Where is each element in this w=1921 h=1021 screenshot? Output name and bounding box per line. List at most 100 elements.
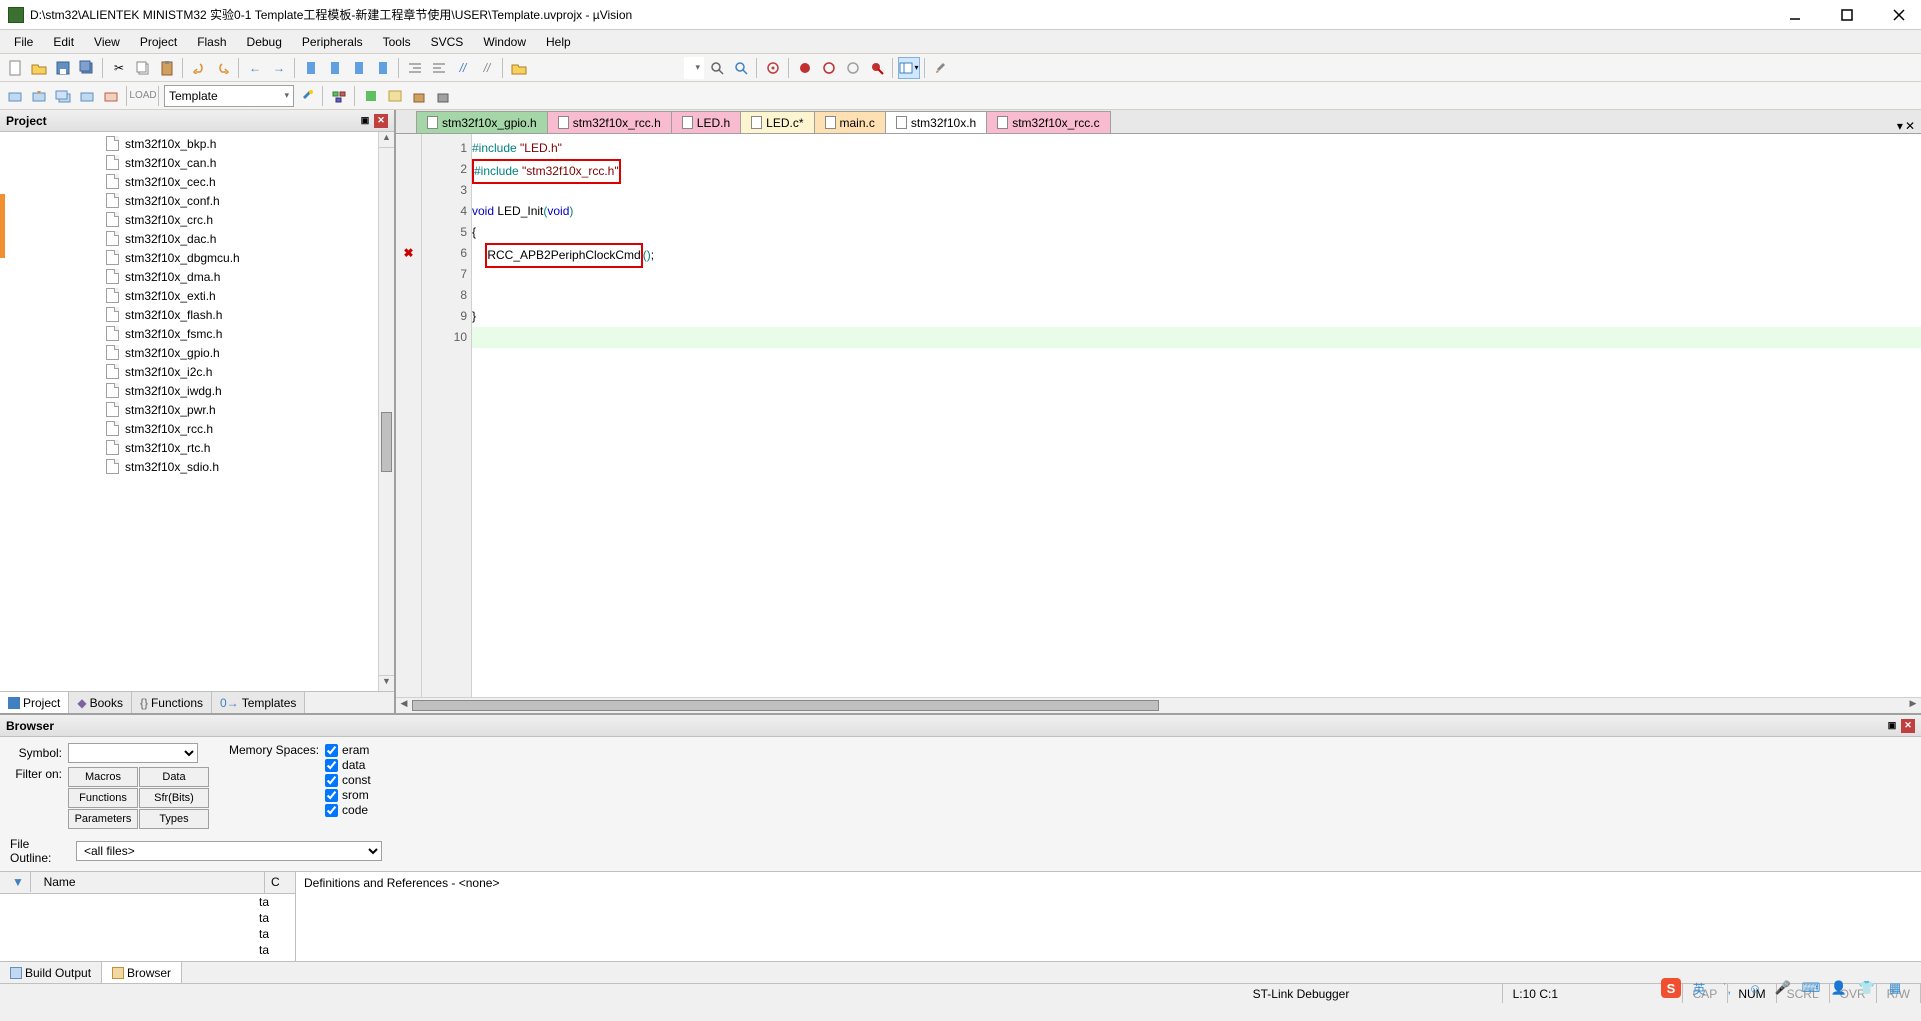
breakpoint-insert-icon[interactable] (794, 57, 816, 79)
ime-lang-icon[interactable]: 英 (1689, 978, 1709, 998)
select-packs-icon[interactable] (384, 85, 406, 107)
target-options-icon[interactable] (296, 85, 318, 107)
mem-checkbox[interactable] (325, 774, 338, 787)
browser-name-row[interactable]: ta (0, 894, 295, 910)
mem-srom[interactable]: srom (325, 788, 371, 802)
tab-functions[interactable]: {}Functions (132, 692, 212, 713)
file-outline-select[interactable]: <all files> (76, 841, 382, 861)
manage-rte-icon[interactable] (360, 85, 382, 107)
c-column-header[interactable]: C (265, 872, 295, 893)
code-body[interactable]: #include "LED.h" #include "stm32f10x_rcc… (472, 134, 1921, 697)
incremental-find-icon[interactable] (730, 57, 752, 79)
tree-file-item[interactable]: stm32f10x_crc.h (0, 210, 378, 229)
debug-icon[interactable] (762, 57, 784, 79)
pin-browser-icon[interactable]: ▣ (1885, 719, 1899, 733)
tree-file-item[interactable]: stm32f10x_can.h (0, 153, 378, 172)
pack-installer-icon[interactable] (408, 85, 430, 107)
menu-project[interactable]: Project (130, 33, 187, 51)
tree-file-item[interactable]: stm32f10x_conf.h (0, 191, 378, 210)
mem-checkbox[interactable] (325, 804, 338, 817)
uncomment-icon[interactable]: // (476, 57, 498, 79)
ime-skin-icon[interactable]: 👕 (1857, 978, 1877, 998)
editor-tab[interactable]: LED.c* (740, 111, 814, 133)
rebuild-icon[interactable] (52, 85, 74, 107)
ime-emoji-icon[interactable]: ☺ (1745, 978, 1765, 998)
editor-tab[interactable]: main.c (814, 111, 886, 133)
open-icon[interactable] (28, 57, 50, 79)
bookmark-next-icon[interactable] (348, 57, 370, 79)
target-select[interactable]: Template▾ (164, 85, 294, 107)
paste-icon[interactable] (156, 57, 178, 79)
mem-eram[interactable]: eram (325, 743, 371, 757)
undo-icon[interactable] (188, 57, 210, 79)
editor-tab[interactable]: stm32f10x_rcc.c (986, 111, 1110, 133)
comment-icon[interactable]: // (452, 57, 474, 79)
ime-voice-icon[interactable]: 🎤 (1773, 978, 1793, 998)
bookmark-prev-icon[interactable] (324, 57, 346, 79)
outdent-icon[interactable] (428, 57, 450, 79)
filter-parameters[interactable]: Parameters (68, 809, 138, 829)
filter-functions[interactable]: Functions (68, 788, 138, 808)
tab-browser[interactable]: Browser (102, 962, 182, 983)
nav-forward-icon[interactable]: → (268, 57, 290, 79)
horizontal-scrollbar[interactable]: ◀ ▶ (396, 697, 1921, 713)
batch-build-icon[interactable] (76, 85, 98, 107)
tree-file-item[interactable]: stm32f10x_bkp.h (0, 134, 378, 153)
new-file-icon[interactable] (4, 57, 26, 79)
tree-file-item[interactable]: stm32f10x_exti.h (0, 286, 378, 305)
copy-icon[interactable] (132, 57, 154, 79)
menu-edit[interactable]: Edit (43, 33, 84, 51)
code-editor[interactable]: ✖ 12345678910 #include "LED.h" #include … (396, 134, 1921, 697)
ime-punct-icon[interactable]: ˙, (1717, 978, 1737, 998)
ime-user-icon[interactable]: 👤 (1829, 978, 1849, 998)
minimize-button[interactable] (1781, 5, 1809, 25)
tree-file-item[interactable]: stm32f10x_rtc.h (0, 438, 378, 457)
breakpoint-kill-icon[interactable] (866, 57, 888, 79)
menu-debug[interactable]: Debug (237, 33, 292, 51)
menu-file[interactable]: File (4, 33, 43, 51)
menu-window[interactable]: Window (473, 33, 536, 51)
filter-types[interactable]: Types (139, 809, 209, 829)
breakpoint-disable-icon[interactable] (842, 57, 864, 79)
translate-icon[interactable] (4, 85, 26, 107)
ime-keyboard-icon[interactable]: ⌨ (1801, 978, 1821, 998)
tree-file-item[interactable]: stm32f10x_pwr.h (0, 400, 378, 419)
project-tree[interactable]: stm32f10x_bkp.hstm32f10x_can.hstm32f10x_… (0, 132, 378, 691)
bookmark-clear-icon[interactable] (372, 57, 394, 79)
tree-file-item[interactable]: stm32f10x_dma.h (0, 267, 378, 286)
editor-tab[interactable]: stm32f10x.h (885, 111, 987, 133)
bookmark-toggle-icon[interactable] (300, 57, 322, 79)
build-icon[interactable] (28, 85, 50, 107)
editor-tab[interactable]: stm32f10x_gpio.h (416, 111, 548, 133)
indent-icon[interactable] (404, 57, 426, 79)
tree-file-item[interactable]: stm32f10x_rcc.h (0, 419, 378, 438)
menu-flash[interactable]: Flash (187, 33, 236, 51)
download-icon[interactable]: LOAD (132, 85, 154, 107)
find-in-files-icon[interactable] (508, 57, 530, 79)
menu-view[interactable]: View (84, 33, 130, 51)
tab-books[interactable]: ◆Books (69, 692, 132, 713)
pin-icon[interactable]: ▣ (358, 114, 372, 128)
window-layout-icon[interactable]: ▾ (898, 57, 920, 79)
find-icon[interactable] (706, 57, 728, 79)
save-all-icon[interactable] (76, 57, 98, 79)
tree-file-item[interactable]: stm32f10x_dac.h (0, 229, 378, 248)
breakpoint-enable-icon[interactable] (818, 57, 840, 79)
close-panel-icon[interactable]: ✕ (374, 114, 388, 128)
tree-file-item[interactable]: stm32f10x_sdio.h (0, 457, 378, 476)
mem-checkbox[interactable] (325, 789, 338, 802)
tree-file-item[interactable]: stm32f10x_cec.h (0, 172, 378, 191)
tab-templates[interactable]: 0→Templates (212, 692, 305, 713)
configure-icon[interactable] (930, 57, 952, 79)
mem-const[interactable]: const (325, 773, 371, 787)
tab-build-output[interactable]: Build Output (0, 962, 102, 983)
close-button[interactable] (1885, 5, 1913, 25)
nav-back-icon[interactable]: ← (244, 57, 266, 79)
browser-name-row[interactable]: ta (0, 910, 295, 926)
menu-tools[interactable]: Tools (373, 33, 421, 51)
tree-file-item[interactable]: stm32f10x_gpio.h (0, 343, 378, 362)
menu-peripherals[interactable]: Peripherals (292, 33, 373, 51)
redo-icon[interactable] (212, 57, 234, 79)
mem-data[interactable]: data (325, 758, 371, 772)
search-combo[interactable]: ▾ (684, 57, 704, 79)
